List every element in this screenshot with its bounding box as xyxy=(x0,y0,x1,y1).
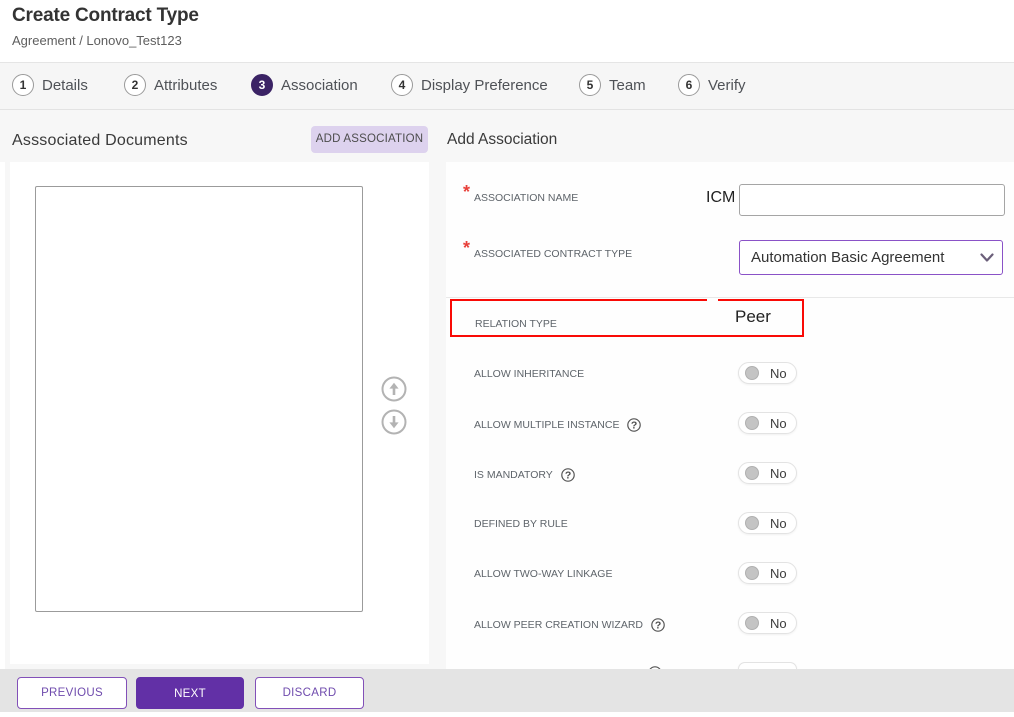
svg-text:?: ? xyxy=(631,420,637,432)
svg-text:?: ? xyxy=(565,470,571,482)
svg-text:?: ? xyxy=(655,620,661,632)
